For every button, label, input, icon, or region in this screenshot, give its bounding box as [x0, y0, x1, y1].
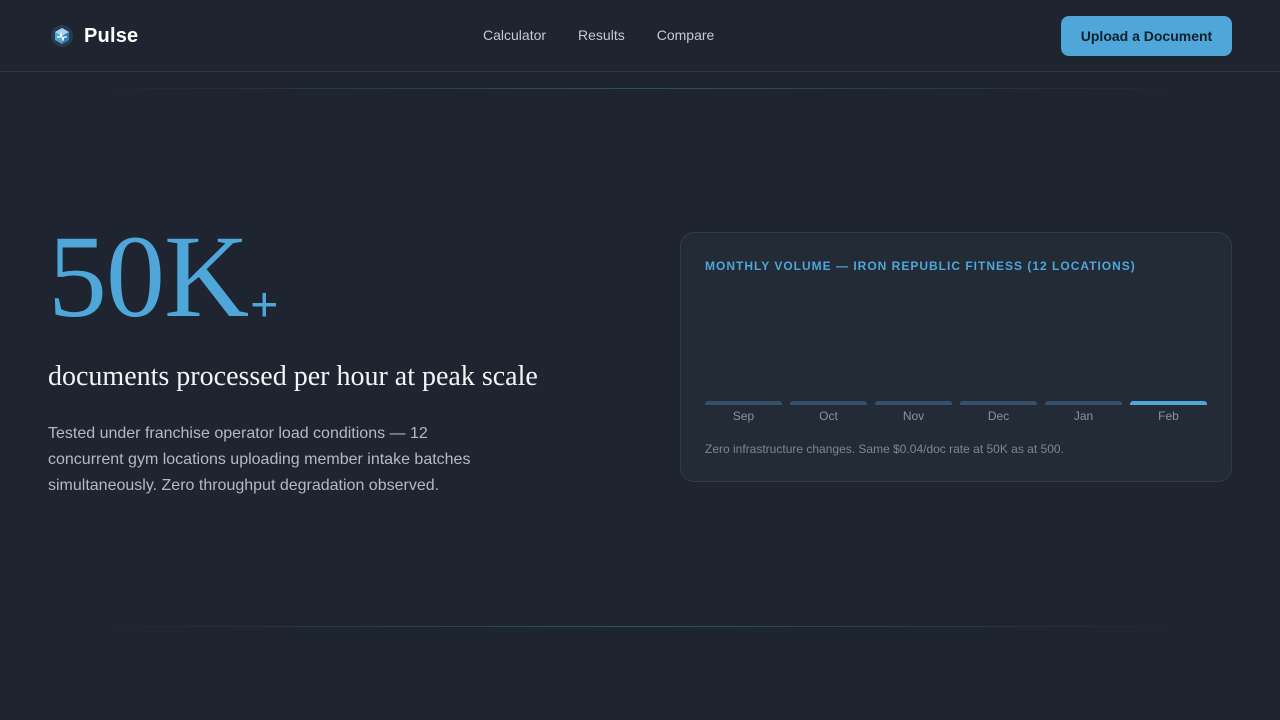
brand-name: Pulse: [84, 24, 139, 47]
bar-nov: [875, 401, 952, 405]
bar-dec: [960, 401, 1037, 405]
upload-document-button[interactable]: Upload a Document: [1061, 16, 1232, 56]
hero-subtitle: documents processed per hour at peak sca…: [48, 361, 538, 392]
monthly-volume-chart: Sep Oct Nov Dec Jan Feb: [705, 293, 1209, 423]
nav-calculator[interactable]: Calculator: [483, 27, 546, 43]
pulse-logo-icon: [51, 25, 73, 47]
footer-divider-glow: [80, 626, 1200, 627]
bar-label-nov: Nov: [902, 409, 925, 423]
bar-column-sep: Sep: [705, 293, 782, 423]
bar-feb: [1130, 401, 1207, 405]
card-note: Zero infrastructure changes. Same $0.04/…: [705, 442, 1064, 456]
nav-compare[interactable]: Compare: [657, 27, 715, 43]
bar-column-oct: Oct: [790, 293, 867, 423]
main-nav: Calculator Results Compare: [483, 27, 714, 43]
bar-jan: [1045, 401, 1122, 405]
card-title: MONTHLY VOLUME — IRON REPUBLIC FITNESS (…: [705, 259, 1136, 273]
hero-stat: 50K +: [48, 211, 278, 342]
monthly-volume-card: MONTHLY VOLUME — IRON REPUBLIC FITNESS (…: [680, 232, 1232, 482]
top-nav-bar: Pulse Calculator Results Compare Upload …: [0, 0, 1280, 72]
bar-label-feb: Feb: [1158, 409, 1179, 423]
bar-label-dec: Dec: [987, 409, 1010, 423]
bar-sep: [705, 401, 782, 405]
hero-stat-number: 50K: [48, 211, 249, 342]
nav-results[interactable]: Results: [578, 27, 625, 43]
bar-column-dec: Dec: [960, 293, 1037, 423]
bar-label-oct: Oct: [819, 409, 838, 423]
bar-label-sep: Sep: [732, 409, 755, 423]
bar-column-feb: Feb: [1130, 293, 1207, 423]
bar-column-jan: Jan: [1045, 293, 1122, 423]
brand-logo[interactable]: Pulse: [50, 24, 138, 48]
header-divider-glow: [80, 88, 1200, 89]
hero-description: Tested under franchise operator load con…: [48, 425, 471, 494]
bar-oct: [790, 401, 867, 405]
hero-stat-plus: +: [250, 279, 278, 332]
bar-column-nov: Nov: [875, 293, 952, 423]
bar-label-jan: Jan: [1073, 409, 1094, 423]
